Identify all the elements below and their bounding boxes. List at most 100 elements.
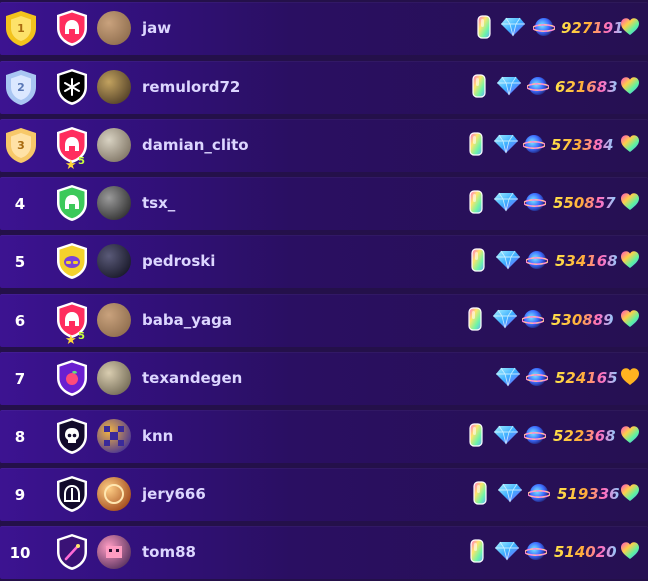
diamond-icon [493,192,519,212]
leaderboard: 1 jaw 927191 2 remulord72 621683 3 ★ 5 d… [0,0,648,581]
rank-number: 5 [14,252,26,271]
bronze-medal: 3 [4,127,38,164]
rank-number: 6 [14,311,26,330]
leaderboard-row[interactable]: 2 remulord72 621683 [0,61,648,114]
svg-text:2: 2 [17,81,25,94]
rank-number: 9 [14,485,26,504]
magic-wand-icon [55,533,89,571]
rank-number: 10 [9,543,31,562]
score: 530889 [551,294,614,347]
username[interactable]: damian_clito [142,119,249,172]
username[interactable]: tsx_ [142,177,175,230]
pixel-pig-avatar[interactable] [97,535,131,569]
portrait-avatar[interactable] [97,186,131,220]
rainbow-heart-icon[interactable] [620,192,640,211]
score: 524165 [555,352,618,405]
diamond-icon [497,483,523,503]
crystal-icon [473,481,487,505]
rainbow-heart-icon[interactable] [620,541,640,560]
sketch-avatar[interactable] [97,361,131,395]
cat-avatar[interactable] [97,303,131,337]
gold-medal: 1 [4,10,38,47]
leaderboard-row[interactable]: 3 ★ 5 damian_clito 573384 [0,119,648,173]
crystal-icon [477,15,491,39]
peach-icon [55,359,89,397]
diamond-icon [494,541,520,561]
skull-icon [55,417,89,455]
planet-icon [523,191,547,213]
spartan-helmet-icon [55,184,89,222]
silver-medal: 2 [4,69,38,106]
orb-avatar[interactable] [97,477,131,511]
diamond-icon [495,367,521,387]
rainbow-heart-icon[interactable] [620,17,640,36]
username[interactable]: pedroski [142,235,215,288]
svg-text:1: 1 [17,22,25,35]
username[interactable]: jery666 [142,468,206,521]
planet-icon [525,249,549,271]
username[interactable]: knn [142,410,173,463]
gold-heart-icon[interactable] [620,367,640,386]
diamond-icon [493,134,519,154]
crystal-icon [468,307,482,331]
planet-icon [527,482,551,504]
crystal-icon [471,248,485,272]
leaderboard-row[interactable]: 6 ★ 5 baba_yaga 530889 [0,294,648,348]
diamond-icon [495,250,521,270]
leaderboard-row[interactable]: 8 knn 522368 [0,410,648,463]
rainbow-heart-icon[interactable] [620,425,640,444]
star-level-badge: ★ 5 [65,329,87,348]
leaderboard-row[interactable]: 7 texandegen 524165 [0,352,648,405]
dark-avatar[interactable] [97,244,131,278]
crystal-icon [472,74,486,98]
username[interactable]: baba_yaga [142,294,232,347]
star-level: 5 [78,156,85,167]
planet-icon [532,16,556,38]
leaderboard-row[interactable]: 1 jaw 927191 [0,2,648,55]
leaderboard-row[interactable]: 10 tom88 514020 [0,526,648,579]
planet-icon [522,133,546,155]
leaderboard-row[interactable]: 4 tsx_ 550857 [0,177,648,230]
username[interactable]: remulord72 [142,61,240,114]
crystal-icon [469,190,483,214]
rainbow-heart-icon[interactable] [620,134,640,153]
score: 573384 [551,119,614,172]
cat-avatar[interactable] [97,11,131,45]
username[interactable]: texandegen [142,352,242,405]
score: 519336 [557,468,620,521]
crystal-icon [469,423,483,447]
painting-avatar[interactable] [97,70,131,104]
rank-number: 4 [14,194,26,213]
planet-icon [526,75,550,97]
star-icon: ★ [65,158,77,173]
hat-icon [55,242,89,280]
star-level: 5 [78,331,85,342]
diamond-icon [496,76,522,96]
score: 522368 [553,410,616,463]
score: 514020 [554,526,617,579]
diamond-icon [500,17,526,37]
planet-icon [525,366,549,388]
rank-number: 8 [14,427,26,446]
snowflake-icon [55,68,89,106]
rainbow-heart-icon[interactable] [620,76,640,95]
score: 534168 [555,235,618,288]
username[interactable]: jaw [142,2,171,55]
rainbow-heart-icon[interactable] [620,309,640,328]
knight-helmet-icon [55,475,89,513]
pixel-avatar[interactable] [97,419,131,453]
photo-avatar[interactable] [97,128,131,162]
planet-icon [523,424,547,446]
crystal-icon [470,539,484,563]
score: 621683 [555,61,618,114]
rainbow-heart-icon[interactable] [620,483,640,502]
rainbow-heart-icon[interactable] [620,250,640,269]
score: 927191 [561,2,624,55]
username[interactable]: tom88 [142,526,196,579]
leaderboard-row[interactable]: 9 jery666 519336 [0,468,648,521]
leaderboard-row[interactable]: 5 pedroski 534168 [0,235,648,288]
spartan-helmet-icon [55,9,89,47]
diamond-icon [492,309,518,329]
planet-icon [521,308,545,330]
crystal-icon [469,132,483,156]
